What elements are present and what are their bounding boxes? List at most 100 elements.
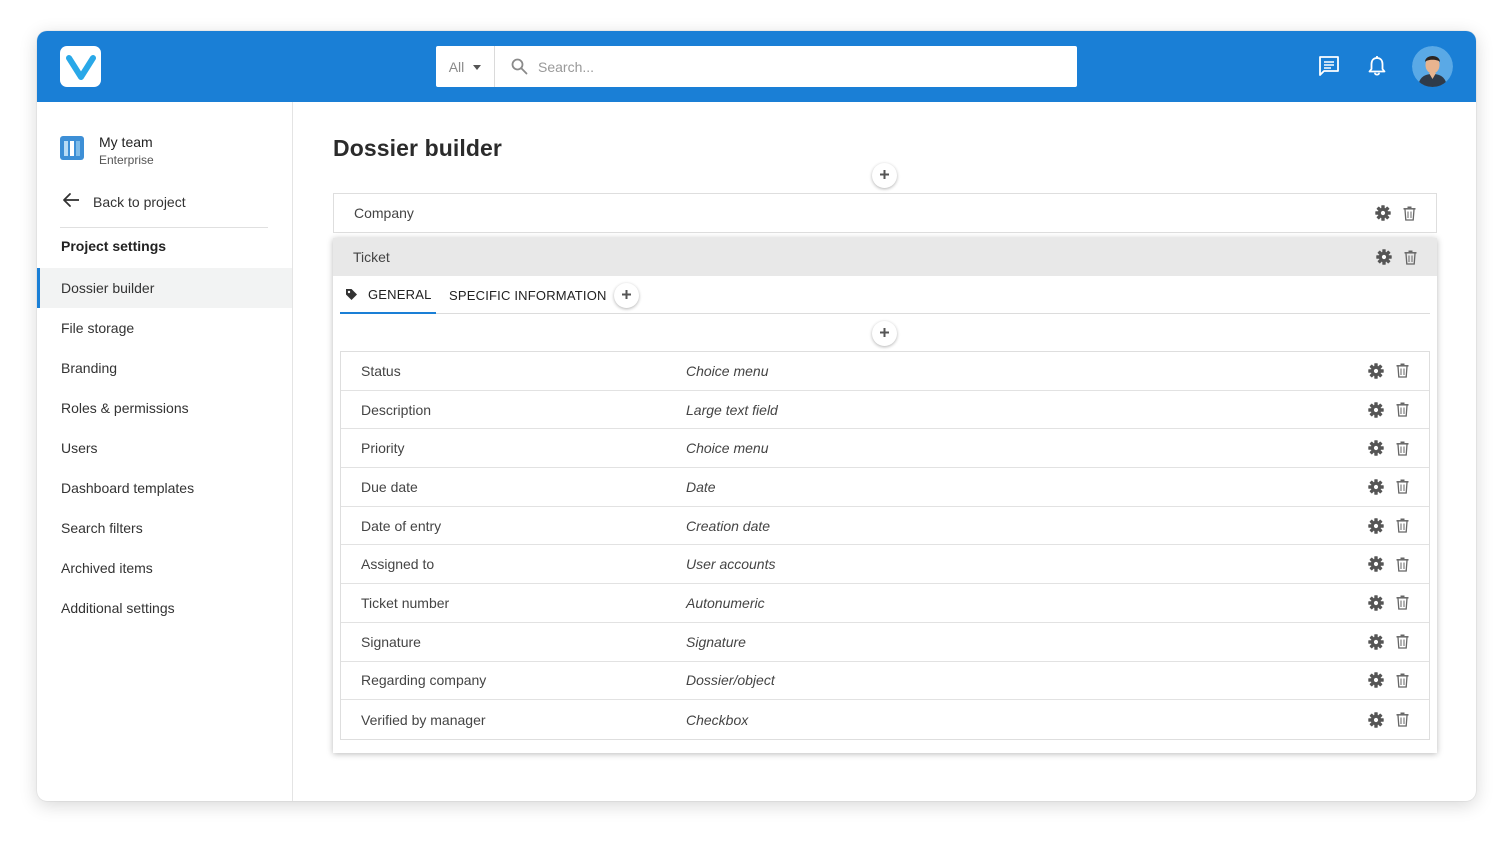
arrow-left-icon (62, 192, 80, 211)
search-scope-dropdown[interactable]: All (436, 46, 495, 87)
field-name: Regarding company (361, 672, 487, 689)
add-section-button[interactable] (872, 163, 897, 188)
sidebar-item-file-storage[interactable]: File storage (37, 308, 292, 348)
gear-icon[interactable] (1368, 440, 1384, 456)
page-title: Dossier builder (333, 135, 502, 161)
plus-icon (621, 287, 632, 305)
row-actions (1368, 352, 1409, 390)
gear-icon[interactable] (1368, 479, 1384, 495)
back-to-project-link[interactable]: Back to project (62, 192, 186, 211)
row-actions (1368, 700, 1409, 739)
gear-icon[interactable] (1368, 711, 1384, 728)
trash-icon[interactable] (1396, 518, 1409, 533)
add-field-button[interactable] (872, 321, 897, 346)
section-company[interactable]: Company (333, 193, 1437, 233)
field-type: User accounts (686, 556, 776, 573)
user-avatar[interactable] (1412, 46, 1453, 87)
team-switcher[interactable]: My team Enterprise (60, 134, 154, 167)
bell-icon[interactable] (1367, 55, 1387, 82)
section-ticket: Ticket GENERAL SPECIFIC INFORMATION Stat… (333, 238, 1437, 753)
row-actions (1368, 468, 1409, 506)
trash-icon[interactable] (1396, 479, 1409, 495)
sidebar: My team Enterprise Back to project Proje… (37, 102, 293, 801)
section-label: Company (354, 205, 414, 221)
field-row[interactable]: Status Choice menu (341, 352, 1429, 391)
section-label: Ticket (353, 249, 390, 265)
field-row[interactable]: Regarding company Dossier/object (341, 662, 1429, 701)
field-type: Date (686, 478, 716, 495)
field-type: Choice menu (686, 440, 769, 457)
field-row[interactable]: Assigned to User accounts (341, 545, 1429, 585)
sidebar-item-dashboard-templates[interactable]: Dashboard templates (37, 468, 292, 508)
row-actions (1368, 584, 1409, 622)
back-label: Back to project (93, 193, 186, 210)
gear-icon[interactable] (1368, 556, 1384, 572)
plus-icon (879, 167, 890, 185)
gear-icon[interactable] (1375, 205, 1391, 221)
trash-icon[interactable] (1404, 250, 1417, 265)
plus-icon (879, 325, 890, 343)
row-actions (1368, 429, 1409, 467)
row-actions (1368, 623, 1409, 661)
search-scope-label: All (448, 58, 465, 75)
field-name: Verified by manager (361, 711, 486, 728)
trash-icon[interactable] (1396, 634, 1409, 649)
field-row[interactable]: Verified by manager Checkbox (341, 700, 1429, 739)
settings-nav: Dossier builder File storage Branding Ro… (37, 268, 292, 628)
row-actions (1376, 238, 1417, 276)
gear-icon[interactable] (1368, 633, 1384, 650)
row-actions (1375, 194, 1416, 232)
trash-icon[interactable] (1396, 557, 1409, 572)
tab-label: SPECIFIC INFORMATION (449, 287, 607, 303)
section-title: Project settings (61, 238, 167, 254)
field-name: Status (361, 362, 401, 379)
trash-icon[interactable] (1396, 595, 1409, 611)
app-window: All Search... My team Enterprise Back to… (37, 31, 1476, 801)
gear-icon[interactable] (1368, 517, 1384, 534)
sidebar-item-search-filters[interactable]: Search filters (37, 508, 292, 548)
tab-label: GENERAL (368, 286, 432, 302)
field-name: Ticket number (361, 594, 450, 611)
trash-icon[interactable] (1396, 673, 1409, 688)
trash-icon[interactable] (1396, 441, 1409, 456)
sidebar-item-branding[interactable]: Branding (37, 348, 292, 388)
gear-icon[interactable] (1376, 249, 1392, 265)
field-row[interactable]: Date of entry Creation date (341, 507, 1429, 546)
trash-icon[interactable] (1396, 363, 1409, 378)
team-plan: Enterprise (99, 153, 154, 167)
tab-bar: GENERAL SPECIFIC INFORMATION (340, 276, 1430, 314)
row-actions (1368, 545, 1409, 583)
sidebar-item-archived-items[interactable]: Archived items (37, 548, 292, 588)
field-row[interactable]: Signature Signature (341, 623, 1429, 662)
sidebar-item-additional-settings[interactable]: Additional settings (37, 588, 292, 628)
tab-specific-information[interactable]: SPECIFIC INFORMATION (449, 276, 607, 314)
field-name: Priority (361, 440, 405, 457)
field-row[interactable]: Ticket number Autonumeric (341, 584, 1429, 623)
field-row[interactable]: Priority Choice menu (341, 429, 1429, 469)
section-header[interactable]: Ticket (333, 238, 1437, 276)
sidebar-item-users[interactable]: Users (37, 428, 292, 468)
gear-icon[interactable] (1368, 672, 1384, 689)
field-row[interactable]: Due date Date (341, 468, 1429, 507)
tag-icon (345, 288, 358, 301)
trash-icon[interactable] (1396, 402, 1409, 417)
search-input[interactable] (538, 58, 1077, 75)
field-list: Status Choice menu Description Large tex… (340, 351, 1430, 740)
chat-icon[interactable] (1318, 55, 1340, 82)
gear-icon[interactable] (1368, 363, 1384, 379)
add-tab-button[interactable] (614, 283, 639, 308)
gear-icon[interactable] (1368, 401, 1384, 418)
field-type: Checkbox (686, 711, 749, 728)
field-name: Due date (361, 478, 418, 495)
sidebar-item-roles-permissions[interactable]: Roles & permissions (37, 388, 292, 428)
gear-icon[interactable] (1368, 595, 1384, 611)
field-type: Creation date (686, 517, 771, 534)
sidebar-item-dossier-builder[interactable]: Dossier builder (37, 268, 292, 308)
tab-general[interactable]: GENERAL (340, 276, 436, 314)
trash-icon[interactable] (1403, 206, 1416, 221)
v-logo-icon[interactable] (60, 46, 101, 87)
row-actions (1368, 507, 1409, 545)
trash-icon[interactable] (1396, 712, 1409, 727)
row-actions (1368, 391, 1409, 429)
field-row[interactable]: Description Large text field (341, 391, 1429, 430)
